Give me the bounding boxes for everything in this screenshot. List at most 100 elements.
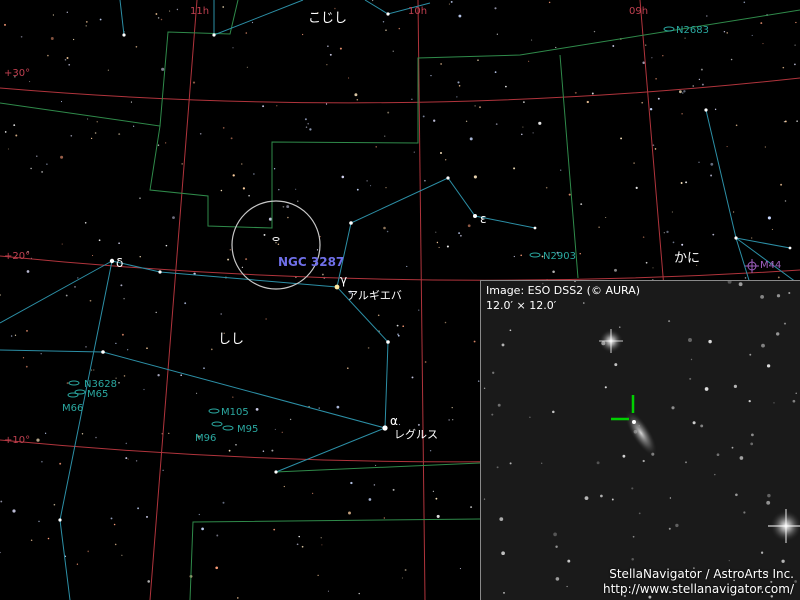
star-mu-leo[interactable] — [446, 176, 450, 180]
n2683-marker[interactable] — [663, 26, 675, 32]
m95-marker[interactable] — [222, 425, 234, 431]
background-star — [7, 148, 9, 150]
inset-star — [738, 282, 743, 287]
m95-label: M95 — [237, 424, 258, 435]
inset-star — [766, 364, 771, 368]
background-star — [253, 173, 255, 175]
star-cancer-3[interactable] — [788, 246, 792, 250]
background-star — [277, 243, 280, 245]
background-star — [336, 405, 340, 409]
background-star — [649, 107, 653, 111]
background-star — [383, 517, 385, 519]
background-star — [372, 0, 374, 2]
inset-star — [567, 559, 571, 563]
background-star — [477, 59, 479, 62]
background-star — [99, 18, 102, 21]
m44-label: M44 — [760, 260, 781, 271]
inset-galaxy-core — [632, 420, 636, 424]
inset-star — [708, 339, 712, 344]
m96-label: M96 — [195, 433, 216, 444]
star-epsilon-leo[interactable] — [473, 214, 477, 218]
background-star — [65, 294, 68, 297]
alpha-name-label: レグルス — [394, 427, 438, 441]
m96-marker[interactable] — [211, 421, 223, 427]
n2903-label: N2903 — [543, 251, 576, 262]
inset-star — [509, 329, 512, 332]
background-star — [666, 230, 669, 234]
star-eta-leo[interactable] — [386, 340, 390, 344]
background-star — [96, 121, 98, 123]
inset-star — [783, 322, 787, 325]
background-star — [203, 367, 205, 369]
m105-marker[interactable] — [208, 408, 220, 414]
star-chertan[interactable] — [158, 270, 162, 274]
star-delta-leo[interactable] — [109, 258, 115, 264]
star-regulus[interactable] — [382, 425, 388, 431]
n3628-marker[interactable] — [68, 380, 80, 386]
background-star — [523, 101, 525, 103]
background-star — [555, 46, 557, 48]
m44-marker[interactable] — [745, 259, 759, 273]
target-galaxy-marker[interactable] — [272, 237, 280, 241]
star-chart[interactable]: 11h 10h 09h +30° +20° +10° こじし しし かに δ ε… — [0, 0, 800, 600]
background-star — [751, 34, 753, 36]
inset-star — [714, 473, 716, 476]
star-lmi-1[interactable] — [122, 33, 126, 37]
star-lmi-2[interactable] — [212, 33, 216, 37]
background-star — [14, 334, 17, 336]
background-star — [274, 428, 276, 430]
inset-star — [497, 403, 501, 407]
background-star — [384, 135, 386, 137]
inset-star — [566, 585, 568, 588]
star-zeta-leo[interactable] — [349, 221, 353, 225]
star-rho-leo[interactable] — [274, 470, 278, 474]
background-star — [635, 186, 638, 189]
m66-marker[interactable] — [67, 392, 79, 398]
star-cancer-1[interactable] — [734, 236, 738, 240]
background-star — [522, 126, 524, 128]
background-star — [458, 232, 461, 235]
background-star — [289, 418, 292, 421]
background-star — [327, 45, 329, 47]
background-star — [433, 119, 436, 122]
inset-star — [776, 294, 781, 298]
background-star — [59, 462, 62, 465]
star-lambda-leo[interactable] — [533, 226, 537, 230]
star-iota-leo[interactable] — [58, 518, 62, 522]
inset-star — [483, 498, 486, 500]
m105-label: M105 — [221, 407, 249, 418]
background-star — [232, 174, 235, 177]
inset-star — [584, 496, 589, 501]
background-star — [710, 162, 714, 166]
credit-url[interactable]: http://www.stellanavigator.com/ — [603, 582, 794, 597]
background-star — [620, 137, 623, 140]
star-theta-leo[interactable] — [101, 350, 105, 354]
background-star — [201, 527, 204, 531]
ra-label-11h: 11h — [190, 6, 209, 17]
background-star — [796, 120, 798, 122]
ra-label-09h: 09h — [629, 6, 648, 17]
inset-star — [688, 338, 692, 342]
inset-star — [750, 442, 754, 446]
star-lmi-3[interactable] — [386, 12, 390, 16]
background-star — [287, 216, 289, 219]
star-algieba[interactable] — [334, 284, 340, 290]
n2903-marker[interactable] — [529, 252, 541, 258]
background-star — [411, 376, 414, 379]
target-label[interactable]: NGC 3287 — [278, 255, 344, 269]
background-star — [66, 57, 69, 59]
epsilon-label: ε — [480, 212, 487, 226]
background-star — [36, 438, 40, 442]
background-star — [61, 243, 63, 245]
inset-star — [632, 535, 635, 538]
background-star — [121, 554, 123, 556]
background-star — [135, 460, 138, 462]
star-cancer-2[interactable] — [704, 108, 708, 112]
background-star — [418, 309, 420, 311]
dss-inset-image[interactable]: Image: ESO DSS2 (© AURA) 12.0′ × 12.0′ S… — [480, 280, 800, 600]
background-star — [404, 569, 407, 571]
boundary-cancer — [559, 54, 579, 279]
background-star — [450, 0, 453, 3]
background-star — [751, 237, 753, 239]
inset-star — [795, 392, 797, 394]
